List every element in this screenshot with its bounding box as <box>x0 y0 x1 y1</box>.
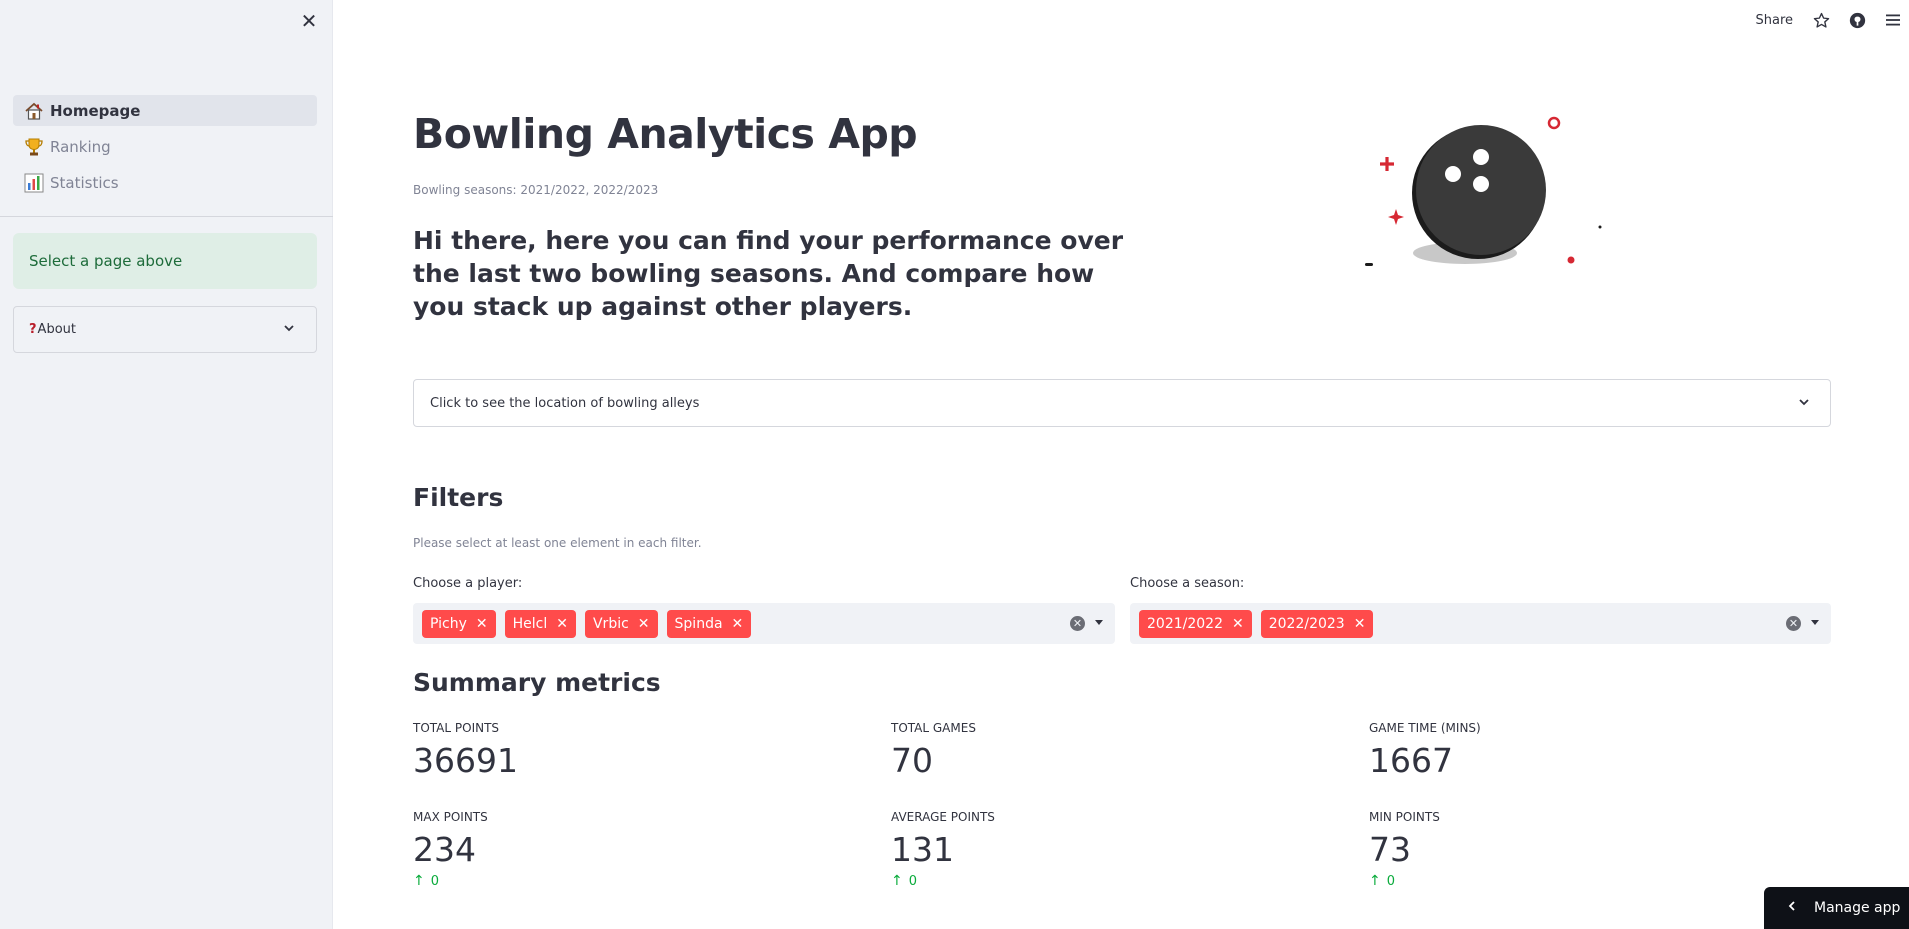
arrow-up-icon: ↑ <box>413 873 425 889</box>
metric-delta-value: 0 <box>430 873 440 889</box>
sidebar-item-label: Statistics <box>50 173 119 192</box>
chevron-left-icon <box>1786 900 1798 916</box>
trophy-icon <box>23 136 45 158</box>
remove-tag-icon[interactable]: ✕ <box>1232 616 1244 632</box>
page-title: Bowling Analytics App <box>413 110 918 158</box>
remove-tag-icon[interactable]: ✕ <box>476 616 488 632</box>
tag-label: Spinda <box>674 615 723 632</box>
metric-delta: ↑ 0 <box>1369 873 1440 889</box>
player-tag: Vrbic ✕ <box>584 609 658 638</box>
house-icon <box>23 100 45 122</box>
season-tag: 2022/2023 ✕ <box>1260 609 1374 638</box>
metric-delta-value: 0 <box>1386 873 1396 889</box>
tag-label: Helcl <box>512 615 548 632</box>
metric-label: MAX POINTS <box>413 810 488 824</box>
dropdown-arrow-icon[interactable] <box>1811 620 1819 625</box>
arrow-up-icon: ↑ <box>891 873 903 889</box>
clear-all-icon[interactable]: ✕ <box>1786 616 1801 631</box>
star-icon[interactable] <box>1811 10 1831 30</box>
remove-tag-icon[interactable]: ✕ <box>638 616 650 632</box>
question-icon: ? <box>29 322 37 337</box>
remove-tag-icon[interactable]: ✕ <box>732 616 744 632</box>
metric-max-points: MAX POINTS 234 ↑ 0 <box>413 810 488 889</box>
player-multiselect[interactable]: Pichy ✕ Helcl ✕ Vrbic ✕ Spinda ✕ ✕ <box>413 603 1115 644</box>
sidebar-item-statistics[interactable]: Statistics <box>13 167 317 198</box>
dropdown-arrow-icon[interactable] <box>1095 620 1103 625</box>
player-tag: Pichy ✕ <box>422 609 496 638</box>
player-tag: Spinda ✕ <box>666 609 752 638</box>
github-icon[interactable] <box>1847 10 1867 30</box>
tag-label: Pichy <box>430 615 467 632</box>
sidebar-item-homepage[interactable]: Homepage <box>13 95 317 126</box>
metric-value: 73 <box>1369 830 1411 869</box>
bar-chart-icon <box>23 172 45 194</box>
sidebar-item-label: Homepage <box>50 101 141 120</box>
clear-all-icon[interactable]: ✕ <box>1070 616 1085 631</box>
season-select-label: Choose a season: <box>1130 576 1245 591</box>
close-sidebar-button[interactable]: ✕ <box>298 10 320 32</box>
sidebar: ✕ Homepage Ranking Statistics Select a p… <box>0 0 333 929</box>
remove-tag-icon[interactable]: ✕ <box>1354 616 1366 632</box>
tag-label: 2021/2022 <box>1147 615 1223 632</box>
chevron-down-icon <box>1796 394 1812 414</box>
tag-label: Vrbic <box>592 615 629 632</box>
sidebar-nav: Homepage Ranking Statistics <box>13 95 317 203</box>
remove-tag-icon[interactable]: ✕ <box>556 616 568 632</box>
metric-min-points: MIN POINTS 73 ↑ 0 <box>1369 810 1440 889</box>
tag-label: 2022/2023 <box>1268 615 1345 632</box>
metric-label: TOTAL POINTS <box>413 721 500 735</box>
metric-delta: ↑ 0 <box>413 873 488 889</box>
season-tag: 2021/2022 ✕ <box>1139 609 1252 638</box>
sidebar-divider <box>0 216 333 217</box>
metric-delta-value: 0 <box>908 873 918 889</box>
metric-total-games: TOTAL GAMES 70 <box>891 721 976 780</box>
metric-total-points: TOTAL POINTS 36691 <box>413 721 518 780</box>
metric-label: AVERAGE POINTS <box>891 810 995 824</box>
summary-heading: Summary metrics <box>413 668 661 697</box>
season-multiselect[interactable]: 2021/2022 ✕ 2022/2023 ✕ ✕ <box>1130 603 1831 644</box>
metric-value: 1667 <box>1369 741 1453 780</box>
filters-heading: Filters <box>413 483 504 512</box>
info-alert: Select a page above <box>13 233 317 289</box>
hamburger-menu-icon[interactable] <box>1883 10 1903 30</box>
metric-value: 70 <box>891 741 933 780</box>
metric-game-time: GAME TIME (MINS) 1667 <box>1369 721 1481 780</box>
manage-app-label: Manage app <box>1814 900 1901 916</box>
metric-label: TOTAL GAMES <box>891 721 976 735</box>
about-label: About <box>37 322 76 337</box>
bowling-ball-illustration <box>1350 105 1620 280</box>
metric-value: 234 <box>413 830 476 869</box>
sidebar-item-ranking[interactable]: Ranking <box>13 131 317 162</box>
page-caption: Bowling seasons: 2021/2022, 2022/2023 <box>413 183 659 197</box>
metric-value: 131 <box>891 830 954 869</box>
expander-label: Click to see the location of bowling all… <box>430 395 700 411</box>
filters-caption: Please select at least one element in ea… <box>413 536 702 550</box>
app-toolbar: Share <box>1755 8 1909 32</box>
metric-value: 36691 <box>413 741 518 780</box>
metric-label: MIN POINTS <box>1369 810 1440 824</box>
share-button[interactable]: Share <box>1755 13 1793 28</box>
metric-label: GAME TIME (MINS) <box>1369 721 1481 735</box>
sidebar-item-label: Ranking <box>50 137 111 156</box>
intro-text: Hi there, here you can find your perform… <box>413 226 1124 321</box>
chevron-down-icon <box>282 321 296 339</box>
bowling-alleys-expander[interactable]: Click to see the location of bowling all… <box>413 379 1831 427</box>
metric-delta: ↑ 0 <box>891 873 995 889</box>
metric-average-points: AVERAGE POINTS 131 ↑ 0 <box>891 810 995 889</box>
about-expander[interactable]: ? About <box>13 306 317 353</box>
player-select-label: Choose a player: <box>413 576 523 591</box>
manage-app-button[interactable]: Manage app <box>1764 887 1909 929</box>
arrow-up-icon: ↑ <box>1369 873 1381 889</box>
info-alert-text: Select a page above <box>29 252 183 270</box>
player-tag: Helcl ✕ <box>504 609 576 638</box>
